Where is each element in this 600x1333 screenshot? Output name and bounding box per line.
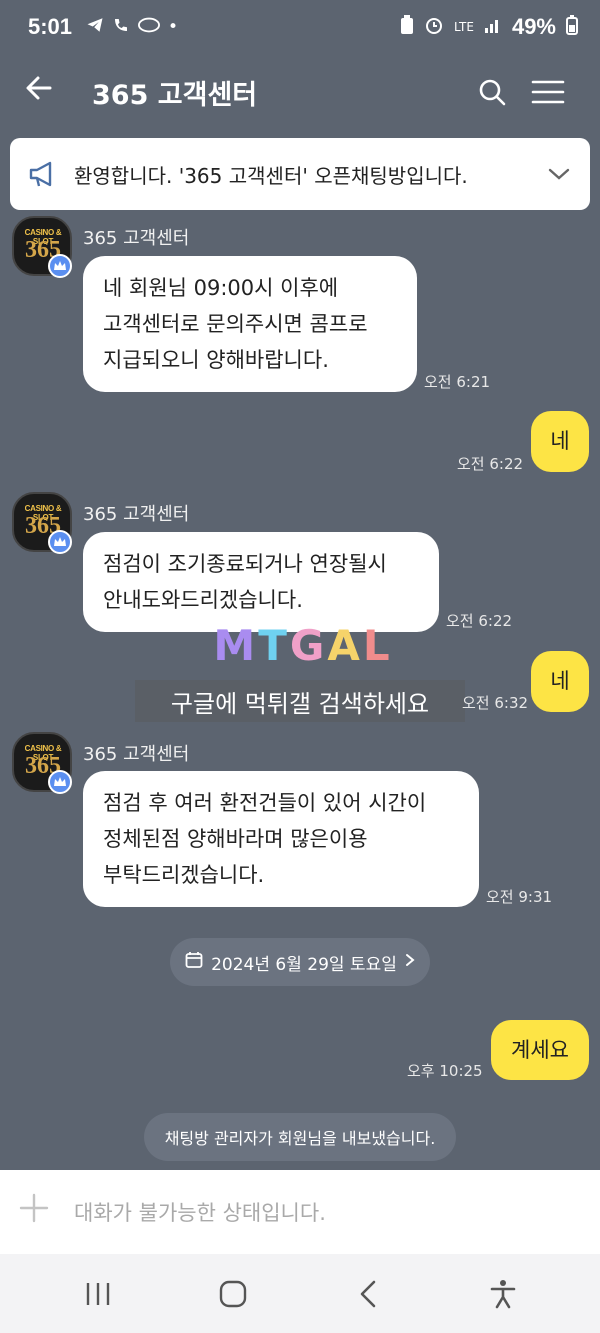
telegram-icon [86, 16, 104, 39]
message-bubble[interactable]: 네 회원님 09:00시 이후에 고객센터로 문의주시면 콤프로 지급되오니 양… [83, 256, 417, 392]
status-time: 5:01 [28, 14, 73, 39]
date-label: 2024년 6월 29일 토요일 [211, 954, 397, 975]
status-bar: 5:01 • LTE 49% [0, 0, 600, 54]
battery-saver-icon [400, 14, 414, 40]
watermark-text: 구글에 먹튀갤 검색하세요 [135, 680, 465, 722]
recent-apps-icon[interactable] [68, 1281, 128, 1307]
message-bubble-outgoing[interactable]: 네 [531, 411, 589, 472]
message-bubble-outgoing[interactable]: 계세요 [491, 1020, 589, 1080]
system-message: 채팅방 관리자가 회원님을 내보냈습니다. [144, 1113, 456, 1161]
message-time: 오전 9:31 [486, 888, 553, 906]
message-bubble[interactable]: 점검 후 여러 환전건들이 있어 시간이 정체된점 양해바라며 많은이용 부탁드… [83, 771, 479, 907]
home-icon[interactable] [203, 1280, 263, 1308]
watermark-logo: MTGAL [198, 620, 408, 670]
date-divider[interactable]: 2024년 6월 29일 토요일 [170, 938, 430, 986]
battery-percent: 49% [511, 14, 556, 39]
menu-icon[interactable] [520, 79, 576, 105]
message-time: 오전 6:21 [424, 373, 491, 391]
back-icon[interactable] [338, 1280, 398, 1308]
chevron-right-icon [405, 952, 415, 972]
message-bubble[interactable]: 점검이 조기종료되거나 연장될시 안내도와드리겠습니다. [83, 532, 439, 632]
crown-icon [48, 254, 72, 278]
crown-icon [48, 530, 72, 554]
plus-icon[interactable] [18, 1192, 58, 1233]
network-type: LTE [454, 20, 474, 34]
chat-title: 365 고객센터 [92, 79, 258, 111]
avatar[interactable]: CASINO & SLOT 365 [12, 492, 72, 554]
sender-name: 365 고객센터 [83, 228, 190, 249]
missed-call-icon [112, 16, 130, 39]
message-time: 오전 6:32 [462, 694, 529, 712]
notice-text: 환영합니다. '365 고객센터' 오픈채팅방입니다. [74, 163, 468, 188]
megaphone-icon [28, 160, 68, 188]
accessibility-icon[interactable] [473, 1279, 533, 1309]
search-icon[interactable] [464, 77, 520, 107]
alarm-icon [424, 15, 444, 40]
chat-app-icon [138, 17, 161, 38]
back-arrow-icon[interactable] [24, 72, 84, 112]
chevron-down-icon[interactable] [544, 167, 574, 181]
svg-text:MTGAL: MTGAL [213, 621, 392, 670]
avatar[interactable]: CASINO & SLOT 365 [12, 732, 72, 794]
message-time: 오전 6:22 [457, 455, 524, 473]
sender-name: 365 고객센터 [83, 504, 190, 525]
notification-dot-icon: • [168, 17, 179, 37]
system-nav-bar [0, 1254, 600, 1333]
calendar-icon [185, 951, 203, 974]
chat-header: 365 고객센터 [0, 54, 600, 130]
sender-name: 365 고객센터 [83, 744, 190, 765]
message-input[interactable]: 대화가 불가능한 상태입니다. [58, 1197, 326, 1227]
signal-icon [484, 16, 502, 39]
message-bubble-outgoing[interactable]: 네 [531, 651, 589, 712]
message-input-bar: 대화가 불가능한 상태입니다. [0, 1170, 600, 1254]
message-time: 오후 10:25 [407, 1062, 483, 1080]
message-time: 오전 6:22 [446, 612, 513, 630]
notice-banner[interactable]: 환영합니다. '365 고객센터' 오픈채팅방입니다. [10, 138, 590, 210]
avatar[interactable]: CASINO & SLOT 365 [12, 216, 72, 278]
crown-icon [48, 770, 72, 794]
battery-icon [566, 14, 578, 40]
